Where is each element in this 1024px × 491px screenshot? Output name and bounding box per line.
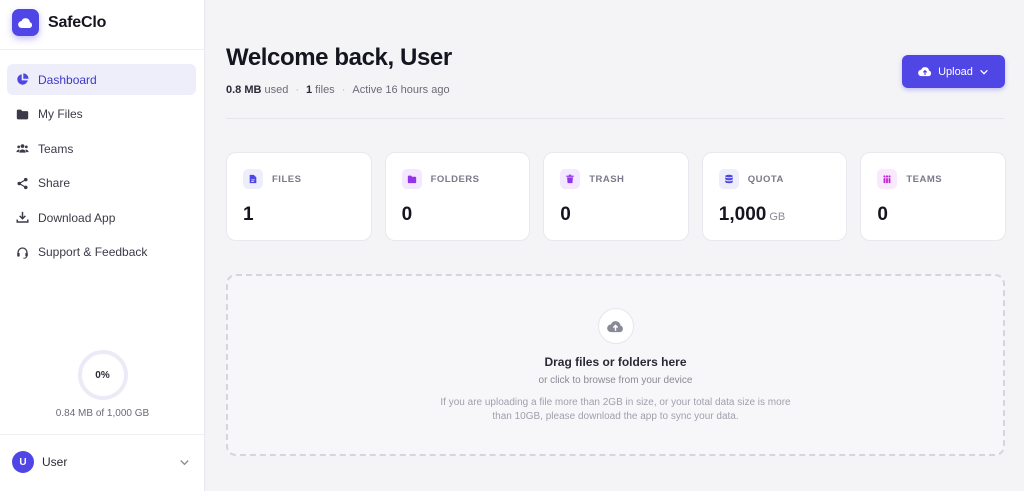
cloud-upload-icon <box>597 308 634 344</box>
folder-icon <box>16 109 29 119</box>
sidebar-item-label: Download App <box>38 210 116 225</box>
files-label: files <box>315 84 335 96</box>
storage-widget: 0% 0.84 MB of 1,000 GB <box>0 350 205 419</box>
stat-card-files[interactable]: FILES 1 <box>226 152 372 241</box>
cloud-upload-icon <box>918 67 932 77</box>
cloud-logo-icon <box>12 9 39 36</box>
sidebar-item-share[interactable]: Share <box>7 168 196 199</box>
stat-value: 0 <box>560 204 571 226</box>
file-icon <box>243 169 263 189</box>
sidebar-item-dashboard[interactable]: Dashboard <box>7 64 196 95</box>
stat-value: 1,000 GB <box>719 204 785 226</box>
chart-pie-icon <box>17 73 29 85</box>
used-label: used <box>264 84 289 96</box>
used-value: 0.8 MB <box>226 84 262 96</box>
storage-usage-text: 0.84 MB of 1,000 GB <box>55 408 150 419</box>
share-icon <box>17 177 28 189</box>
upload-label: Upload <box>938 65 973 78</box>
account-summary: 0.8 MB used · 1 files · Active 16 hours … <box>226 84 450 96</box>
divider <box>0 434 204 435</box>
headset-icon <box>17 246 28 259</box>
people-icon <box>877 169 898 189</box>
chevron-down-icon <box>980 69 988 75</box>
folder-icon <box>401 169 422 189</box>
sidebar-item-my-files[interactable]: My Files <box>7 99 196 130</box>
stat-value: 0 <box>402 204 413 226</box>
upload-button[interactable]: Upload <box>902 55 1005 88</box>
separator: · <box>295 84 299 96</box>
stat-card-trash[interactable]: TRASH 0 <box>543 152 689 241</box>
storage-percent: 0% <box>95 369 110 381</box>
dropzone-subtitle: or click to browse from your device <box>538 375 693 386</box>
dropzone-note: If you are uploading a file more than 2G… <box>440 397 791 422</box>
upload-dropzone[interactable]: Drag files or folders here or click to b… <box>226 274 1005 456</box>
storage-progress-ring: 0% <box>77 350 128 400</box>
sidebar-item-label: My Files <box>38 107 83 121</box>
stat-label: FOLDERS <box>430 174 480 185</box>
stat-number: 1,000 <box>718 204 767 225</box>
stat-card-quota[interactable]: QUOTA 1,000 GB <box>701 152 848 241</box>
dropzone-title: Drag files or folders here <box>544 355 687 369</box>
download-icon <box>16 211 29 223</box>
stat-label: QUOTA <box>747 174 784 185</box>
brand[interactable]: SafeClo <box>12 9 106 36</box>
stat-unit: GB <box>769 211 786 223</box>
activity-text: Active 16 hours ago <box>352 84 450 96</box>
sidebar: SafeClo Dashboard My Files Teams Share D… <box>0 0 205 491</box>
sidebar-item-label: Share <box>38 176 71 190</box>
files-value: 1 <box>306 84 313 96</box>
divider <box>0 49 204 50</box>
stats-row: FILES 1 FOLDERS 0 TRASH 0 QUOTA 1,000GB <box>226 152 1006 241</box>
sidebar-item-label: Support & Feedback <box>38 245 148 259</box>
stat-number: 1 <box>243 204 254 225</box>
separator: · <box>341 84 346 96</box>
stat-label: TEAMS <box>906 174 943 185</box>
stat-label: TRASH <box>589 174 625 185</box>
divider <box>226 118 1004 119</box>
stat-number: 0 <box>560 204 571 225</box>
stat-label: FILES <box>272 174 302 185</box>
stat-card-folders[interactable]: FOLDERS 0 <box>384 152 531 241</box>
sidebar-item-teams[interactable]: Teams <box>7 133 196 164</box>
stat-value: 0 <box>877 204 888 226</box>
sidebar-item-download-app[interactable]: Download App <box>7 202 196 233</box>
trash-icon <box>560 169 581 189</box>
brand-name: SafeClo <box>48 13 107 31</box>
chevron-down-icon <box>180 459 189 465</box>
sidebar-nav: Dashboard My Files Teams Share Download … <box>7 64 196 271</box>
sidebar-item-label: Dashboard <box>38 72 97 87</box>
users-icon <box>16 144 29 153</box>
user-name: User <box>42 455 68 469</box>
database-icon <box>718 169 739 189</box>
page-title: Welcome back, User <box>226 44 452 71</box>
sidebar-item-label: Teams <box>38 141 74 156</box>
avatar: U <box>12 451 34 473</box>
stat-number: 0 <box>877 204 888 225</box>
user-menu[interactable]: U User <box>12 451 190 473</box>
stat-number: 0 <box>401 204 413 225</box>
sidebar-item-support-feedback[interactable]: Support & Feedback <box>7 237 196 268</box>
stat-card-teams[interactable]: TEAMS 0 <box>860 152 1006 241</box>
stat-value: 1 <box>243 204 254 226</box>
main-content: Welcome back, User 0.8 MB used · 1 files… <box>206 0 1024 491</box>
